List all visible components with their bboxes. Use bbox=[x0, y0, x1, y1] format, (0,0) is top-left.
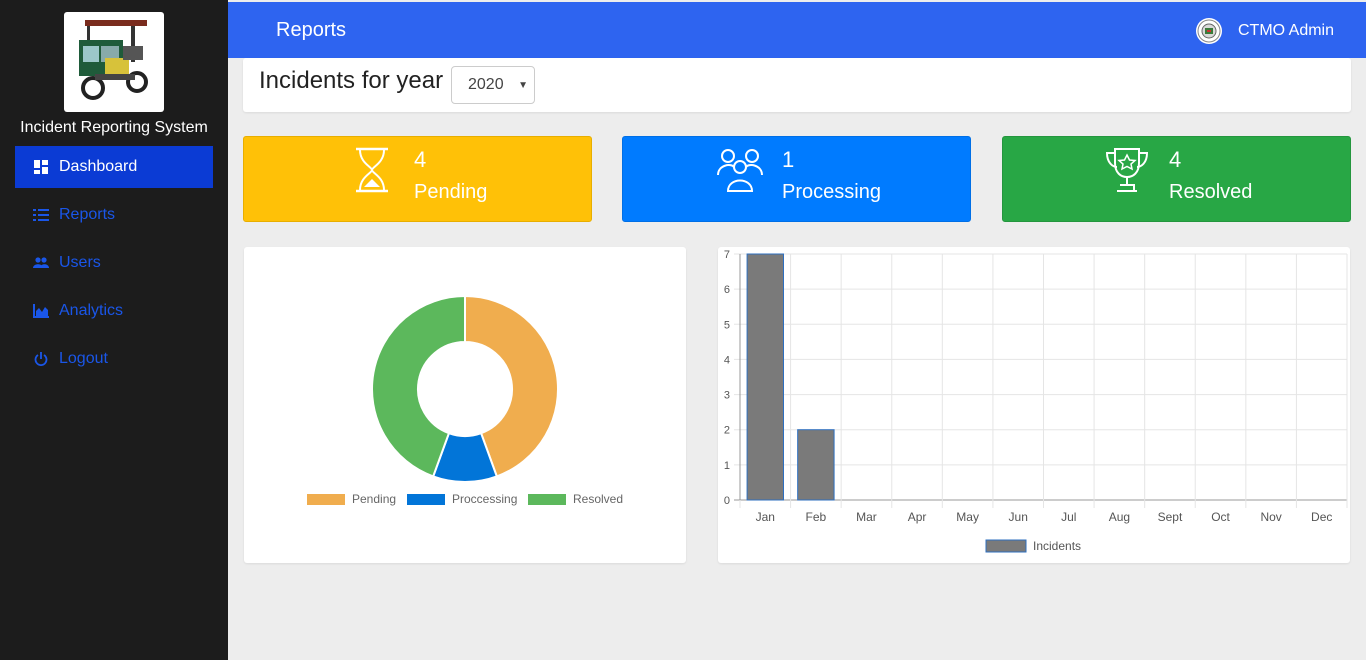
bar-feb bbox=[797, 429, 835, 501]
users-group-icon bbox=[717, 147, 767, 197]
legend-swatch bbox=[307, 494, 345, 505]
y-tick-label: 4 bbox=[724, 354, 730, 366]
x-tick-label: Dec bbox=[1311, 510, 1332, 524]
y-tick-label: 6 bbox=[724, 284, 730, 296]
y-tick-label: 3 bbox=[724, 390, 730, 402]
caret-down-icon: ▼ bbox=[518, 80, 528, 91]
resolved-label: Resolved bbox=[1169, 181, 1253, 203]
year-filter-label: Incidents for year bbox=[259, 67, 444, 94]
x-tick-label: Oct bbox=[1211, 510, 1230, 524]
y-tick-label: 7 bbox=[724, 249, 730, 261]
pending-label: Pending bbox=[414, 181, 488, 203]
bar-jan bbox=[746, 253, 785, 501]
legend-label: Pending bbox=[352, 492, 396, 506]
users-icon bbox=[31, 255, 51, 271]
bar-legend-item: Incidents bbox=[985, 539, 1081, 553]
sidebar-item-logout[interactable]: Logout bbox=[15, 338, 213, 380]
sidebar-nav: Dashboard Reports Users Analytics Logout bbox=[15, 146, 213, 386]
app-name: Incident Reporting System bbox=[20, 119, 208, 136]
trophy-icon bbox=[1105, 147, 1155, 197]
area-chart-icon bbox=[31, 303, 51, 319]
x-tick-label: Jan bbox=[756, 510, 775, 524]
sidebar-item-analytics[interactable]: Analytics bbox=[15, 290, 213, 332]
stat-card-processing: 1 Processing bbox=[622, 136, 971, 222]
status-donut-chart: Pending Proccessing Resolved bbox=[307, 294, 623, 506]
y-tick-label: 5 bbox=[724, 319, 730, 331]
user-menu[interactable]: CTMO Admin bbox=[1195, 18, 1334, 44]
donut-legend-item: Resolved bbox=[528, 492, 623, 506]
x-tick-label: Sept bbox=[1158, 510, 1183, 524]
donut-legend-item: Proccessing bbox=[407, 492, 517, 506]
power-icon bbox=[31, 351, 51, 367]
sidebar-item-label: Users bbox=[59, 254, 101, 271]
seal-avatar-icon bbox=[1195, 18, 1222, 44]
x-tick-label: Mar bbox=[856, 510, 877, 524]
year-select-value: 2020 bbox=[468, 76, 504, 93]
x-tick-label: Feb bbox=[806, 510, 827, 524]
monthly-bar-card: 0 1 2 3 4 5 6 7 Jan Feb Mar Apr May Jun Jul Aug Sept Oct N… bbox=[718, 247, 1350, 563]
dashboard-icon bbox=[31, 159, 51, 175]
sidebar-item-label: Reports bbox=[59, 206, 116, 223]
legend-swatch bbox=[985, 539, 1027, 553]
processing-count: 1 bbox=[782, 147, 795, 172]
sidebar-item-label: Dashboard bbox=[59, 158, 138, 175]
monthly-incidents-chart: 0 1 2 3 4 5 6 7 Jan Feb Mar Apr May Jun Jul Aug Sept Oct N… bbox=[724, 249, 1348, 553]
legend-swatch bbox=[528, 494, 566, 505]
list-icon bbox=[31, 207, 51, 223]
legend-swatch bbox=[407, 494, 445, 505]
legend-label: Proccessing bbox=[452, 492, 517, 506]
y-tick-label: 1 bbox=[724, 460, 730, 472]
sidebar-item-dashboard[interactable]: Dashboard bbox=[15, 146, 213, 188]
tricycle-logo bbox=[64, 12, 164, 112]
sidebar-item-label: Analytics bbox=[59, 302, 124, 319]
pending-count: 4 bbox=[414, 147, 427, 172]
donut-legend-item: Pending bbox=[307, 492, 396, 506]
sidebar-item-label: Logout bbox=[59, 350, 108, 367]
legend-label: Resolved bbox=[573, 492, 623, 506]
sidebar-item-reports[interactable]: Reports bbox=[15, 194, 213, 236]
resolved-count: 4 bbox=[1169, 147, 1182, 172]
stat-card-pending: 4 Pending bbox=[243, 136, 592, 222]
sidebar: Incident Reporting System Dashboard Repo… bbox=[0, 0, 228, 660]
y-tick-label: 2 bbox=[724, 425, 730, 437]
y-tick-label: 0 bbox=[724, 495, 730, 507]
year-filter-card: Incidents for year 2020 ▼ bbox=[243, 58, 1351, 112]
legend-label: Incidents bbox=[1033, 539, 1081, 553]
page-title: Reports bbox=[276, 19, 347, 41]
x-tick-label: May bbox=[956, 510, 979, 524]
x-tick-label: Nov bbox=[1260, 510, 1281, 524]
x-tick-label: Aug bbox=[1109, 510, 1130, 524]
hourglass-icon bbox=[352, 147, 402, 197]
processing-label: Processing bbox=[782, 181, 881, 203]
sidebar-item-users[interactable]: Users bbox=[15, 242, 213, 284]
topbar: Reports CTMO Admin bbox=[228, 2, 1366, 58]
year-select[interactable]: 2020 ▼ bbox=[451, 66, 535, 104]
x-tick-label: Jul bbox=[1061, 510, 1076, 524]
stat-card-resolved: 4 Resolved bbox=[1002, 136, 1351, 222]
x-tick-label: Apr bbox=[908, 510, 927, 524]
x-tick-label: Jun bbox=[1009, 510, 1028, 524]
user-name: CTMO Admin bbox=[1237, 22, 1334, 39]
status-donut-card: Pending Proccessing Resolved bbox=[244, 247, 686, 563]
